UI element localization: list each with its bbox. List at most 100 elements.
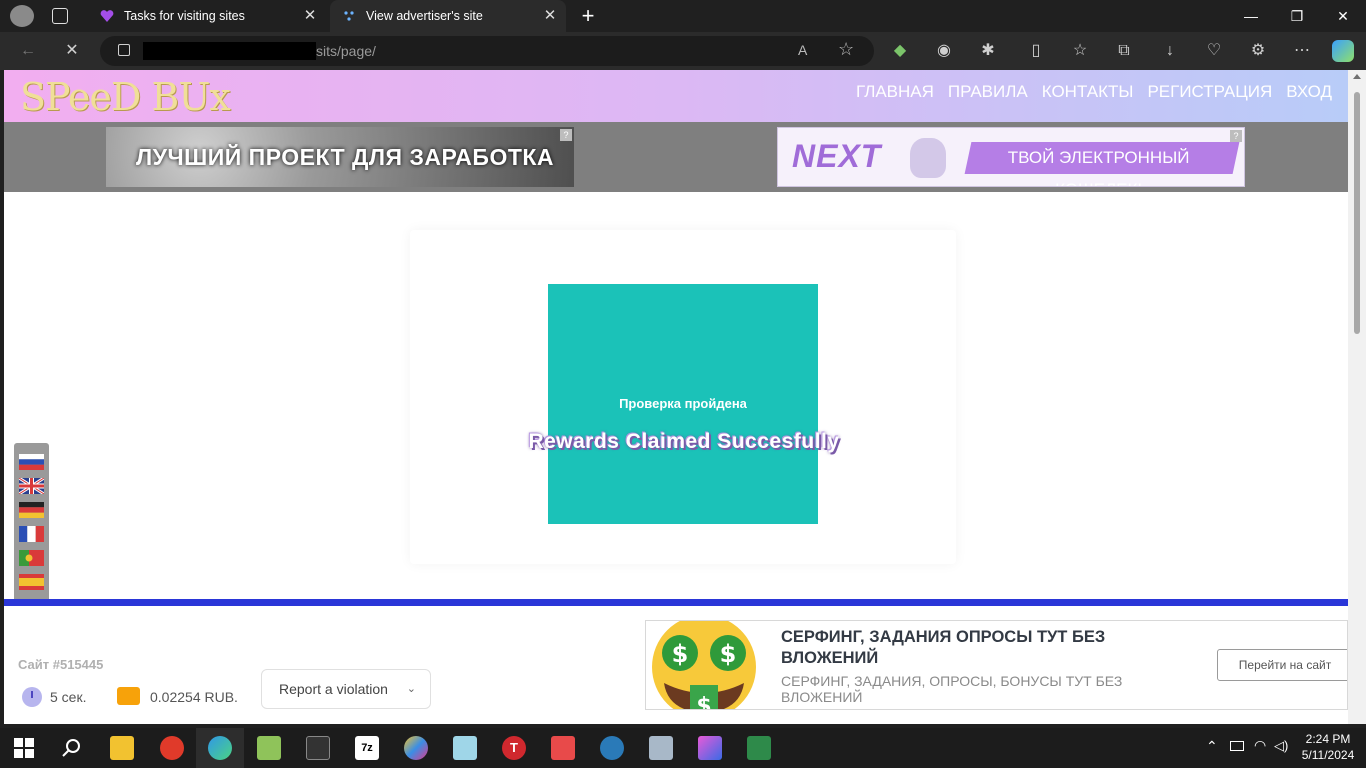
- banner-info-icon[interactable]: ?: [1230, 130, 1242, 142]
- tab-actions-icon[interactable]: [52, 8, 68, 24]
- colorful-app-icon[interactable]: [404, 736, 428, 760]
- language-selector: [14, 443, 49, 601]
- notes-app-icon[interactable]: [453, 736, 477, 760]
- tray-network-icon[interactable]: ◠: [1254, 737, 1266, 754]
- tray-battery-icon[interactable]: [1230, 741, 1244, 751]
- banner-strip: ЛУЧШИЙ ПРОЕКТ ДЛЯ ЗАРАБОТКА ? NEXT ТВОЙ …: [4, 122, 1348, 192]
- browser-essentials-icon[interactable]: ♡: [1202, 39, 1226, 63]
- blue-p-app-icon[interactable]: [600, 736, 624, 760]
- sidebar-tools-icon[interactable]: ⚙: [1246, 39, 1270, 63]
- scroll-up-icon[interactable]: [1353, 74, 1361, 79]
- flag-de-icon[interactable]: [19, 502, 44, 518]
- image-tool-icon[interactable]: [649, 736, 673, 760]
- minimize-button[interactable]: —: [1228, 0, 1274, 32]
- heart-favicon-icon: [100, 10, 114, 22]
- stop-loading-icon[interactable]: ✕: [60, 39, 84, 63]
- scroll-thumb[interactable]: [1354, 92, 1360, 334]
- mask-icon: [910, 138, 946, 178]
- split-screen-icon[interactable]: ▯: [1024, 39, 1048, 63]
- wps-office-icon[interactable]: [160, 736, 184, 760]
- reward-value: 0.02254 RUB.: [150, 689, 238, 705]
- terminal-icon[interactable]: [306, 736, 330, 760]
- timer-value: 5 сек.: [50, 689, 87, 705]
- t-app-icon[interactable]: T: [502, 736, 526, 760]
- extension-eyes-icon[interactable]: ◉: [932, 39, 956, 63]
- tray-volume-icon[interactable]: ◁): [1274, 738, 1288, 754]
- loading-favicon-icon: [344, 11, 354, 21]
- flag-pt-icon[interactable]: [19, 550, 44, 566]
- divider-bar: [4, 599, 1348, 606]
- svg-text:$: $: [672, 640, 689, 668]
- money-mouth-emoji-icon: $ $ $: [652, 621, 756, 710]
- nav-contacts[interactable]: КОНТАКТЫ: [1042, 82, 1134, 102]
- file-explorer-icon[interactable]: [110, 736, 134, 760]
- site-logo[interactable]: SPeeD BUx: [20, 75, 231, 119]
- banner-best-project[interactable]: ЛУЧШИЙ ПРОЕКТ ДЛЯ ЗАРАБОТКА ?: [106, 127, 574, 187]
- site-id-label: Сайт #515445: [18, 657, 104, 672]
- nav-rules[interactable]: ПРАВИЛА: [948, 82, 1028, 102]
- tab-strip: Tasks for visiting sites ✕ View advertis…: [0, 0, 1366, 32]
- close-window-button[interactable]: ✕: [1320, 0, 1366, 32]
- red-app-icon[interactable]: [551, 736, 575, 760]
- tab-title: View advertiser's site: [366, 9, 483, 23]
- flag-ru-icon[interactable]: [19, 454, 44, 470]
- clock-time: 2:24 PM: [1305, 732, 1351, 746]
- ad-title[interactable]: СЕРФИНГ, ЗАДАНИЯ ОПРОСЫ ТУТ БЕЗ ВЛОЖЕНИЙ: [781, 627, 1161, 669]
- copilot-icon[interactable]: [1332, 40, 1354, 62]
- visit-site-button[interactable]: Перейти на сайт: [1217, 649, 1347, 681]
- search-icon[interactable]: [60, 736, 84, 760]
- report-violation-dropdown[interactable]: Report a violation ⌄: [261, 669, 431, 709]
- report-label: Report a violation: [279, 681, 388, 697]
- profile-avatar[interactable]: [10, 5, 34, 27]
- extension-icon[interactable]: ◆: [888, 39, 912, 63]
- active-app-indicator: [196, 728, 244, 768]
- tab-tasks[interactable]: Tasks for visiting sites ✕: [88, 0, 326, 32]
- banner-slogan: ТВОЙ ЭЛЕКТРОННЫЙ КОШЕЛЕК!: [1007, 148, 1190, 186]
- close-tab-icon[interactable]: ✕: [542, 8, 558, 24]
- android-studio-icon[interactable]: [747, 736, 771, 760]
- site-header: SPeeD BUx ГЛАВНАЯ ПРАВИЛА КОНТАКТЫ РЕГИС…: [4, 70, 1348, 122]
- flag-es-icon[interactable]: [19, 574, 44, 590]
- photos-icon[interactable]: [698, 736, 722, 760]
- taskbar: 7z T ⌃ ◠ ◁) 2:24 PM 5/11/2024: [0, 728, 1366, 768]
- tab-advertiser[interactable]: View advertiser's site ✕: [330, 0, 566, 32]
- rewards-claimed-text: Rewards Claimed Succesfully: [528, 430, 840, 453]
- banner-wallet[interactable]: NEXT ТВОЙ ЭЛЕКТРОННЫЙ КОШЕЛЕК! ?: [777, 127, 1245, 187]
- windows-start-icon[interactable]: [12, 736, 36, 760]
- favorites-icon[interactable]: ☆: [1068, 39, 1092, 63]
- address-bar[interactable]: sits/page/ A ☆: [100, 36, 874, 66]
- close-tab-icon[interactable]: ✕: [302, 8, 318, 24]
- nav-home[interactable]: ГЛАВНАЯ: [856, 82, 934, 102]
- banner-info-icon[interactable]: ?: [560, 129, 572, 141]
- 7zip-icon[interactable]: 7z: [355, 736, 379, 760]
- banner-text: ЛУЧШИЙ ПРОЕКТ ДЛЯ ЗАРАБОТКА: [136, 144, 555, 170]
- page-scrollbar[interactable]: [1348, 70, 1366, 724]
- more-menu-icon[interactable]: ⋯: [1290, 39, 1314, 63]
- notepad-plus-icon[interactable]: [257, 736, 281, 760]
- navigation-bar: ← ✕ sits/page/ A ☆ ◆ ◉ ✱ ▯ ☆ ⧉ ↓ ♡ ⚙ ⋯: [0, 32, 1366, 70]
- downloads-icon[interactable]: ↓: [1158, 39, 1182, 63]
- top-nav: ГЛАВНАЯ ПРАВИЛА КОНТАКТЫ РЕГИСТРАЦИЯ ВХО…: [856, 82, 1332, 102]
- flag-en-icon[interactable]: [19, 478, 44, 494]
- ad-block[interactable]: $ $ $ СЕРФИНГ, ЗАДАНИЯ ОПРОСЫ ТУТ БЕЗ ВЛ…: [645, 620, 1348, 710]
- page-viewport: SPeeD BUx ГЛАВНАЯ ПРАВИЛА КОНТАКТЫ РЕГИС…: [4, 70, 1348, 724]
- restore-button[interactable]: ❐: [1274, 0, 1320, 32]
- clock-icon: [22, 687, 42, 707]
- favorite-star-icon[interactable]: ☆: [838, 39, 854, 60]
- collections-icon[interactable]: ⧉: [1112, 39, 1136, 63]
- ad-description: СЕРФИНГ, ЗАДАНИЯ, ОПРОСЫ, БОНУСЫ ТУТ БЕЗ…: [781, 673, 1123, 705]
- chevron-down-icon: ⌄: [406, 683, 416, 695]
- system-clock[interactable]: 2:24 PM 5/11/2024: [1290, 731, 1366, 763]
- tray-chevron-icon[interactable]: ⌃: [1206, 738, 1218, 755]
- nav-register[interactable]: РЕГИСТРАЦИЯ: [1147, 82, 1272, 102]
- flag-fr-icon[interactable]: [19, 526, 44, 542]
- lock-icon[interactable]: [118, 44, 130, 56]
- svg-text:$: $: [696, 694, 711, 710]
- new-tab-button[interactable]: +: [576, 4, 600, 28]
- extensions-puzzle-icon[interactable]: ✱: [976, 39, 1000, 63]
- back-icon[interactable]: ←: [16, 39, 40, 63]
- tab-title: Tasks for visiting sites: [124, 9, 245, 23]
- banner-next-logo: NEXT: [792, 138, 882, 174]
- nav-login[interactable]: ВХОД: [1286, 82, 1332, 102]
- read-aloud-icon[interactable]: A: [798, 42, 807, 58]
